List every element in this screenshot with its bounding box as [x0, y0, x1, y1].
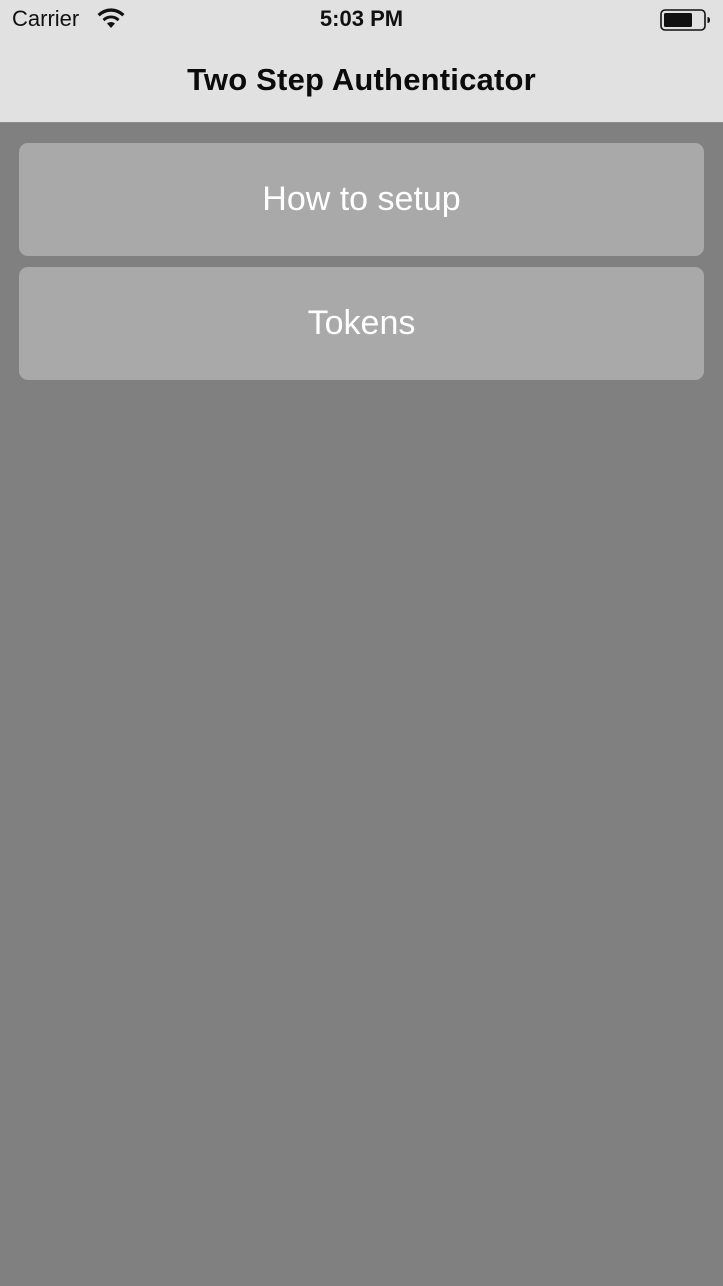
battery-icon [660, 9, 710, 31]
page-title: Two Step Authenticator [187, 62, 536, 97]
how-to-setup-button[interactable]: How to setup [19, 143, 704, 256]
navigation-bar: Two Step Authenticator [0, 40, 723, 123]
tokens-button[interactable]: Tokens [19, 267, 704, 380]
status-bar: Carrier 5:03 PM [0, 0, 723, 40]
top-bar: Carrier 5:03 PM Two Step Authenticator [0, 0, 723, 123]
status-time: 5:03 PM [319, 6, 404, 31]
